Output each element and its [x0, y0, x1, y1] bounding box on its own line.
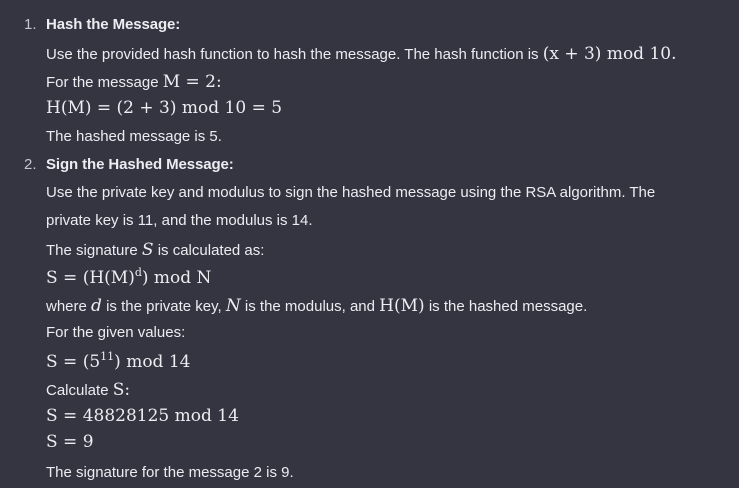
text-line: Calculate S: [46, 380, 130, 400]
math-line: H(M) = (2 + 3) mod 10 = 5 [46, 98, 282, 118]
text-line: Use the private key and modulus to sign … [46, 184, 655, 201]
text-line: The hashed message is 5. [46, 128, 222, 145]
text: is calculated as: [153, 242, 265, 259]
text-line: For the given values: [46, 324, 185, 341]
chat-response: 1. Hash the Message: Use the provided ha… [0, 0, 739, 488]
step-title: Sign the Hashed Message: [46, 156, 234, 173]
math-expression: H(M) [379, 296, 425, 316]
math-expression: S = 9 [46, 432, 94, 452]
text: where [46, 298, 92, 315]
text: private key is 11, and the modulus is 14… [46, 212, 313, 229]
math-expression: S = (5 [46, 352, 101, 372]
math-variable: S [141, 240, 154, 260]
text-line: where d is the private key, N is the mod… [46, 296, 587, 316]
math-expression: H(M) = (2 + 3) mod 10 = 5 [46, 98, 283, 118]
step-number: 2. [24, 156, 37, 173]
math-expression: (x + 3) mod 10. [542, 44, 677, 64]
math-expression: ) mod 14 [114, 352, 191, 372]
math-expression: S: [112, 380, 131, 400]
text: The signature [46, 242, 142, 259]
math-expression: S = 48828125 mod 14 [46, 406, 239, 426]
text: The signature for the message 2 is 9. [46, 464, 294, 481]
text: is the private key, [101, 298, 226, 315]
math-expression: M = 2: [162, 72, 222, 92]
text-line: The signature S is calculated as: [46, 240, 264, 260]
text-line: The signature for the message 2 is 9. [46, 464, 294, 481]
text: Use the provided hash function to hash t… [46, 46, 543, 63]
text: For the message [46, 74, 163, 91]
math-variable: d [91, 296, 102, 316]
text: Use the private key and modulus to sign … [46, 184, 656, 201]
text: For the given values: [46, 324, 186, 341]
text: is the hashed message. [424, 298, 588, 315]
math-line: S = 9 [46, 432, 94, 452]
text-line: For the message M = 2: [46, 72, 222, 92]
step-title: Hash the Message: [46, 16, 181, 33]
step-number: 1. [24, 16, 37, 33]
math-line: S = (H(M)d) mod N [46, 266, 211, 288]
math-superscript: d [134, 266, 142, 279]
text: is the modulus, and [240, 298, 380, 315]
text-line: private key is 11, and the modulus is 14… [46, 212, 313, 229]
math-expression: ) mod N [141, 268, 212, 288]
math-superscript: 11 [100, 350, 115, 363]
math-variable: N [225, 296, 241, 316]
text: Calculate [46, 382, 113, 399]
text-line: Use the provided hash function to hash t… [46, 44, 677, 64]
text: The hashed message is 5. [46, 128, 222, 145]
math-line: S = 48828125 mod 14 [46, 406, 239, 426]
math-expression: S = (H(M) [46, 268, 135, 288]
math-line: S = (511) mod 14 [46, 350, 190, 372]
